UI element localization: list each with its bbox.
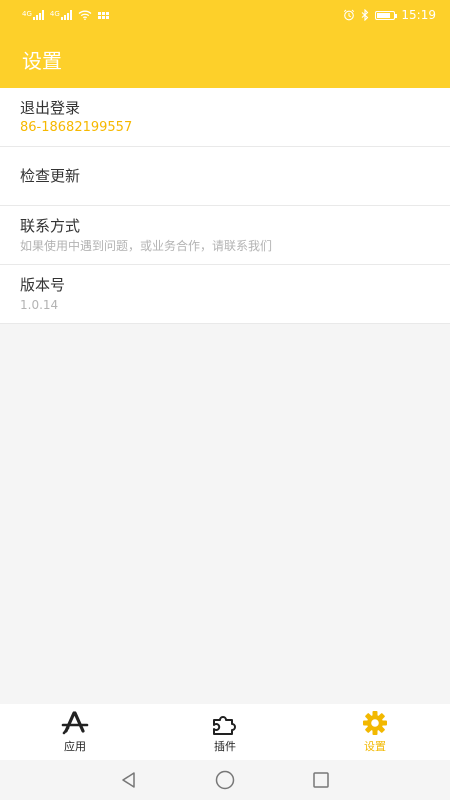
tab-settings[interactable]: 设置 — [300, 704, 450, 760]
signal-type-label: 4G — [49, 10, 60, 18]
back-button[interactable] — [116, 767, 142, 793]
tab-settings-label: 设置 — [364, 740, 386, 753]
logout-title: 退出登录 — [20, 98, 81, 117]
back-icon — [122, 772, 135, 788]
home-button[interactable] — [212, 767, 238, 793]
recents-icon — [313, 772, 329, 788]
app-grid-icon — [97, 11, 109, 19]
recents-button[interactable] — [308, 767, 334, 793]
status-left: 4G 4G — [22, 10, 109, 20]
tab-plugins-label: 插件 — [214, 740, 236, 753]
app-bar: 设置 — [0, 30, 450, 88]
status-bar: 4G 4G 15:19 — [0, 0, 450, 30]
alarm-icon — [344, 9, 355, 21]
status-right: 15:19 — [343, 8, 436, 22]
home-icon — [215, 770, 235, 790]
puzzle-icon — [213, 716, 236, 735]
status-time: 15:19 — [401, 8, 436, 22]
tab-apps[interactable]: 应用 — [0, 704, 150, 760]
page-title: 设置 — [22, 48, 62, 73]
app-store-icon — [61, 711, 89, 735]
signal-icon: 4G — [50, 10, 72, 20]
check-update-row[interactable]: 检查更新 — [0, 147, 450, 206]
check-update-title: 检查更新 — [20, 167, 81, 185]
signal-type-label: 4G — [22, 10, 32, 18]
bluetooth-icon — [362, 9, 369, 21]
phone-number: 86-18682199557 — [20, 119, 133, 135]
version-row: 版本号 1.0.14 — [0, 265, 450, 324]
contact-title: 联系方式 — [20, 216, 81, 235]
battery-icon — [375, 10, 398, 20]
tab-plugins[interactable]: 插件 — [150, 704, 300, 760]
contact-description: 如果使用中遇到问题，或业务合作，请联系我们 — [20, 238, 273, 253]
contact-row[interactable]: 联系方式 如果使用中遇到问题，或业务合作，请联系我们 — [0, 206, 450, 265]
bottom-tab-bar: 应用 插件 设置 — [0, 704, 450, 760]
signal-icon: 4G — [22, 10, 44, 20]
version-number: 1.0.14 — [20, 297, 59, 312]
settings-list: 退出登录 86-18682199557 检查更新 联系方式 如果使用中遇到问题，… — [0, 88, 450, 324]
version-title: 版本号 — [20, 275, 66, 294]
wifi-icon — [78, 10, 92, 20]
gear-icon — [363, 711, 387, 735]
logout-row[interactable]: 退出登录 86-18682199557 — [0, 88, 450, 147]
system-nav-bar — [0, 760, 450, 800]
tab-apps-label: 应用 — [64, 740, 86, 753]
